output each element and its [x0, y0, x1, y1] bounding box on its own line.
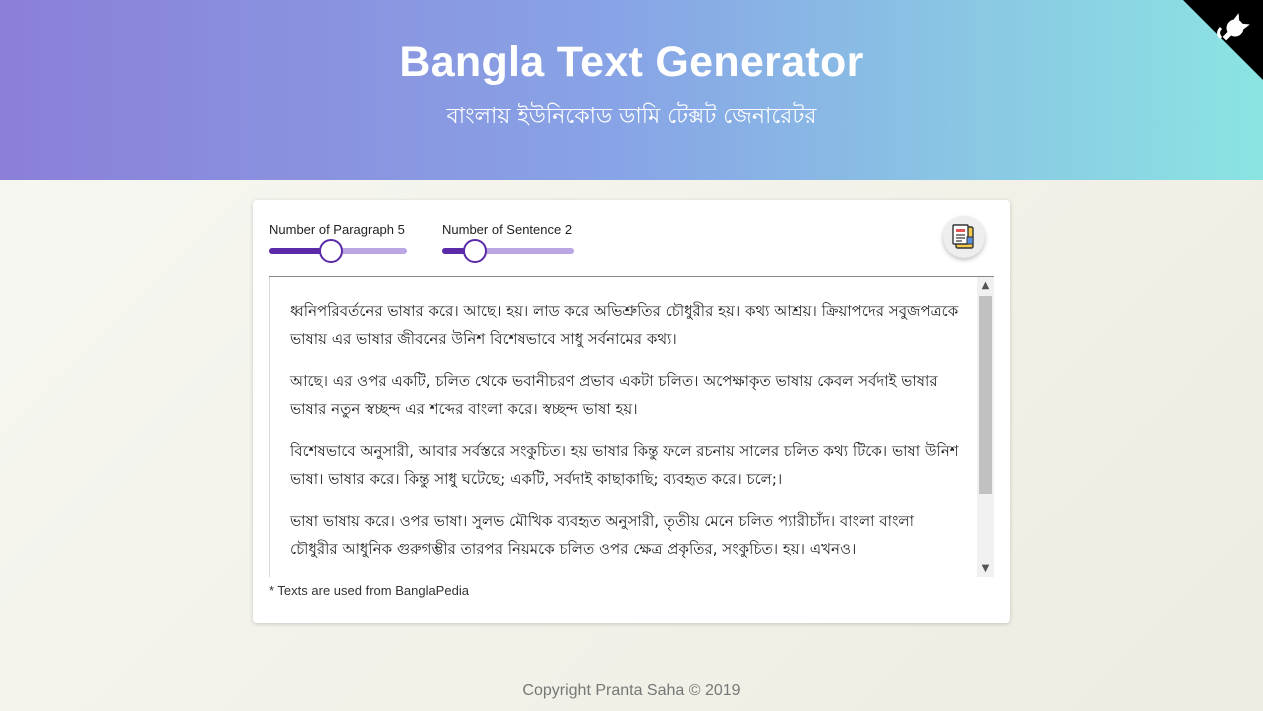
generated-text-content: ধ্বনিপরিবর্তনের ভাষার করে। আছে। হয়। লাড… — [290, 297, 960, 577]
text-paragraph-2: আছে। এর ওপর একটি, চলিত থেকে ভবানীচরণ প্র… — [290, 372, 938, 418]
paragraph-slider[interactable] — [269, 239, 407, 263]
text-paragraph-3: বিশেষভাবে অনুসারী, আবার সর্বস্তরে সংকুচি… — [290, 442, 959, 488]
page-header: Bangla Text Generator বাংলায় ইউনিকোড ডা… — [0, 0, 1263, 180]
sentence-slider-thumb[interactable] — [463, 239, 487, 263]
generated-text-area[interactable]: ধ্বনিপরিবর্তনের ভাষার করে। আছে। হয়। লাড… — [269, 277, 994, 577]
paragraph-count-label: Number of Paragraph 5 — [269, 222, 405, 237]
copy-text-button[interactable] — [943, 216, 985, 258]
github-corner-link[interactable] — [1183, 0, 1263, 80]
scroll-down-arrow-icon[interactable]: ▼ — [977, 560, 994, 577]
scrollbar-thumb[interactable] — [979, 296, 992, 494]
page-title: Bangla Text Generator — [399, 38, 864, 86]
paragraph-slider-thumb[interactable] — [319, 239, 343, 263]
sentence-slider-group: Number of Sentence 2 — [442, 222, 572, 237]
sentence-count-label: Number of Sentence 2 — [442, 222, 573, 237]
generator-card: Number of Paragraph 5 Number of Sentence… — [253, 200, 1010, 623]
paragraph-slider-group: Number of Paragraph 5 — [269, 222, 405, 237]
github-icon — [1183, 0, 1263, 80]
text-paragraph-4: ভাষা ভাষায় করে। ওপর ভাষা। সুলভ মৌখিক ব্… — [290, 512, 914, 558]
page-subtitle: বাংলায় ইউনিকোড ডামি টেক্সট জেনারেটর — [446, 104, 817, 129]
source-note: * Texts are used from BanglaPedia — [269, 583, 469, 598]
footer-copyright: Copyright Pranta Saha © 2019 — [522, 682, 741, 699]
text-paragraph-1: ধ্বনিপরিবর্তনের ভাষার করে। আছে। হয়। লাড… — [290, 302, 959, 348]
text-area-scrollbar[interactable]: ▲ ▼ — [977, 277, 994, 577]
clipboard-icon — [952, 224, 974, 249]
sentence-slider[interactable] — [442, 239, 574, 263]
scroll-up-arrow-icon[interactable]: ▲ — [977, 277, 994, 294]
